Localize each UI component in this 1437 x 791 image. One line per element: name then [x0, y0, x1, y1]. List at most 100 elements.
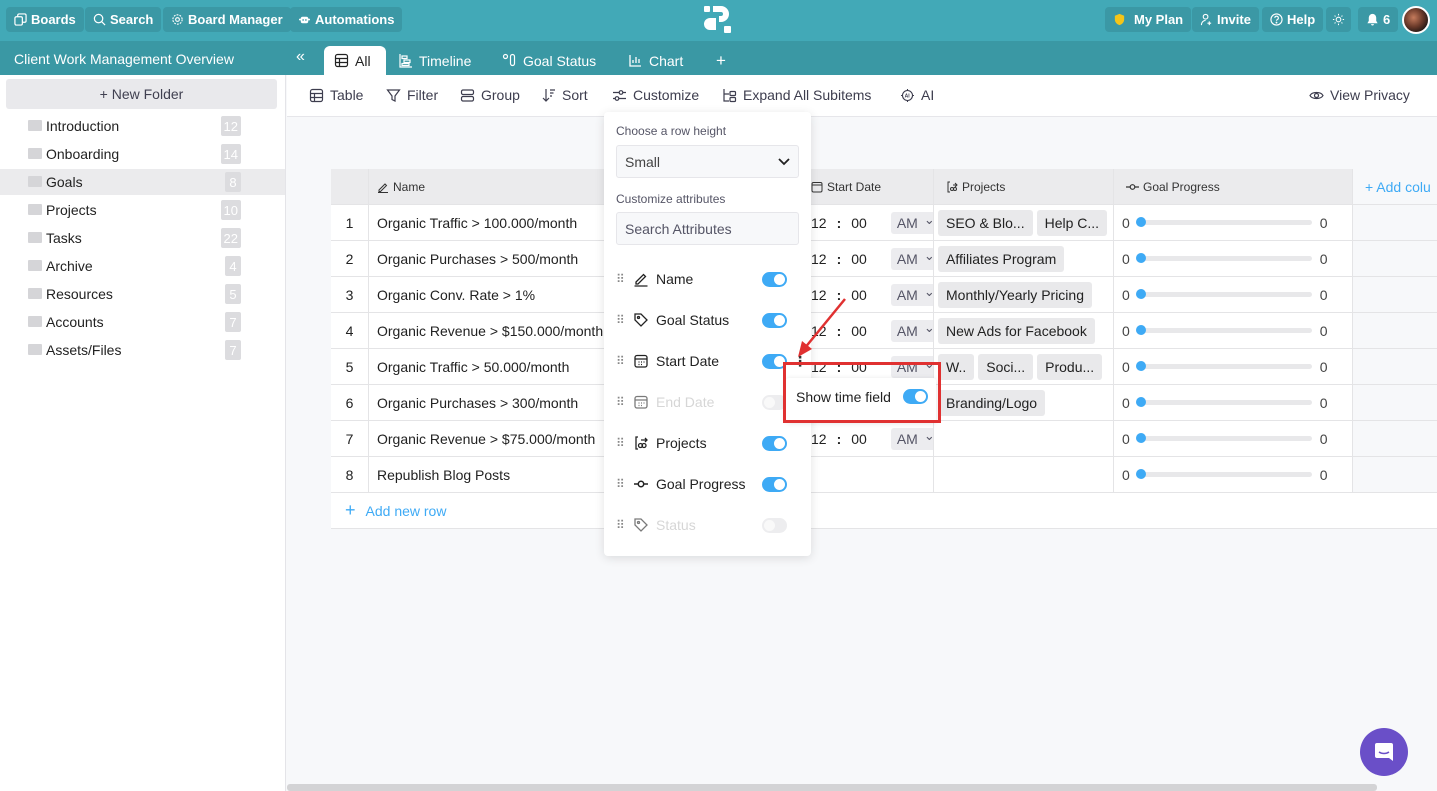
project-tag[interactable]: Soci...: [978, 353, 1034, 380]
row-projects[interactable]: Monthly/Yearly Pricing: [934, 277, 1114, 312]
column-header-start-date[interactable]: Start Date: [801, 169, 934, 204]
goal-progress-slider[interactable]: 00: [1122, 395, 1332, 411]
minute[interactable]: 00: [851, 359, 867, 375]
attribute-visibility-toggle[interactable]: [762, 271, 787, 287]
row-name[interactable]: Organic Traffic > 100.000/month: [369, 205, 609, 240]
project-tag[interactable]: Branding/Logo: [938, 389, 1046, 416]
column-header-goal-progress[interactable]: Goal Progress: [1114, 169, 1353, 204]
collapse-sidebar-icon[interactable]: «: [296, 48, 305, 66]
table-row[interactable]: 7 Organic Revenue > $75.000/month 12:00 A…: [331, 421, 1437, 457]
add-tab-button[interactable]: +: [706, 46, 736, 75]
search-button[interactable]: Search: [85, 7, 162, 32]
slider-thumb[interactable]: [1135, 253, 1146, 263]
slider-thumb[interactable]: [1135, 397, 1146, 407]
row-projects[interactable]: SEO & Blo... Help C...: [934, 205, 1114, 240]
row-goal-progress[interactable]: 00: [1114, 205, 1353, 240]
ampm-select[interactable]: AM ⌄: [890, 319, 933, 342]
hour[interactable]: 12: [811, 359, 827, 375]
more-options-icon[interactable]: ⋮: [793, 353, 807, 370]
project-tag[interactable]: Monthly/Yearly Pricing: [938, 281, 1092, 308]
ampm-select[interactable]: AM ⌄: [890, 427, 933, 450]
theme-toggle-button[interactable]: [1326, 7, 1351, 32]
row-start-date[interactable]: 12:00 AM ⌄: [801, 421, 934, 456]
tab-chart[interactable]: Chart: [618, 46, 693, 75]
minute[interactable]: 00: [851, 431, 867, 447]
table-row[interactable]: 3 Organic Conv. Rate > 1% 12:00 AM ⌄ Month…: [331, 277, 1437, 313]
ampm-select[interactable]: AM ⌄: [890, 247, 933, 270]
notifications-button[interactable]: 6: [1358, 7, 1399, 32]
goal-progress-slider[interactable]: 00: [1122, 359, 1332, 375]
boards-button[interactable]: Boards: [6, 7, 84, 32]
slider-thumb[interactable]: [1135, 469, 1146, 479]
slider-track[interactable]: [1135, 433, 1312, 443]
row-name[interactable]: Organic Revenue > $75.000/month: [369, 421, 609, 456]
show-time-field-toggle[interactable]: [903, 389, 928, 404]
slider-track[interactable]: [1135, 397, 1312, 407]
new-folder-button[interactable]: + New Folder: [6, 79, 277, 109]
table-row[interactable]: 2 Organic Purchases > 500/month 12:00 AM ⌄…: [331, 241, 1437, 277]
ampm-select[interactable]: AM ⌄: [890, 211, 933, 234]
tab-timeline[interactable]: Timeline: [388, 46, 481, 75]
sidebar-folder-accounts[interactable]: Accounts 7: [0, 309, 285, 335]
row-goal-progress[interactable]: 00: [1114, 349, 1353, 384]
add-new-row-button[interactable]: + Add new row: [331, 493, 1437, 529]
attribute-visibility-toggle[interactable]: [762, 435, 787, 451]
row-goal-progress[interactable]: 00: [1114, 457, 1353, 492]
row-goal-progress[interactable]: 00: [1114, 421, 1353, 456]
slider-thumb[interactable]: [1135, 289, 1146, 299]
sidebar-folder-introduction[interactable]: Introduction 12: [0, 113, 285, 139]
project-tag[interactable]: Affiliates Program: [938, 245, 1065, 272]
user-avatar[interactable]: [1402, 6, 1430, 34]
search-attributes-input[interactable]: [616, 212, 799, 245]
board-manager-button[interactable]: Board Manager: [163, 7, 291, 32]
row-start-date[interactable]: 12:00 AM ⌄: [801, 205, 934, 240]
row-name[interactable]: Organic Purchases > 500/month: [369, 241, 609, 276]
row-projects[interactable]: [934, 457, 1114, 492]
slider-thumb[interactable]: [1135, 325, 1146, 335]
sidebar-folder-goals[interactable]: Goals 8: [0, 169, 285, 195]
time-value[interactable]: 12:00: [811, 431, 867, 447]
support-chat-button[interactable]: [1360, 728, 1408, 776]
row-name[interactable]: Republish Blog Posts: [369, 457, 609, 492]
drag-handle-icon[interactable]: ⠿: [616, 313, 625, 327]
sidebar-folder-archive[interactable]: Archive 4: [0, 253, 285, 279]
drag-handle-icon[interactable]: ⠿: [616, 477, 625, 491]
row-height-select[interactable]: Small: [616, 145, 799, 178]
invite-button[interactable]: Invite: [1192, 7, 1259, 32]
group-button[interactable]: Group: [460, 87, 520, 103]
time-value[interactable]: 12:00: [811, 359, 867, 375]
row-projects[interactable]: [934, 421, 1114, 456]
slider-track[interactable]: [1135, 289, 1312, 299]
slider-track[interactable]: [1135, 217, 1312, 227]
row-start-date[interactable]: 12:00 AM ⌄: [801, 241, 934, 276]
my-plan-button[interactable]: My Plan: [1105, 7, 1192, 32]
row-projects[interactable]: New Ads for Facebook: [934, 313, 1114, 348]
ampm-select[interactable]: AM ⌄: [890, 283, 933, 306]
row-name[interactable]: Organic Purchases > 300/month: [369, 385, 609, 420]
project-tag[interactable]: Produ...: [1037, 353, 1103, 380]
row-name[interactable]: Organic Conv. Rate > 1%: [369, 277, 609, 312]
slider-track[interactable]: [1135, 325, 1312, 335]
hour[interactable]: 12: [811, 323, 827, 339]
goal-progress-slider[interactable]: 00: [1122, 251, 1332, 267]
project-tag[interactable]: W..: [938, 353, 975, 380]
hour[interactable]: 12: [811, 431, 827, 447]
goal-progress-slider[interactable]: 00: [1122, 215, 1332, 231]
time-value[interactable]: 12:00: [811, 251, 867, 267]
goal-progress-slider[interactable]: 00: [1122, 431, 1332, 447]
help-button[interactable]: Help: [1262, 7, 1324, 32]
minute[interactable]: 00: [851, 251, 867, 267]
goal-progress-slider[interactable]: 00: [1122, 323, 1332, 339]
sidebar-folder-projects[interactable]: Projects 10: [0, 197, 285, 223]
slider-thumb[interactable]: [1135, 217, 1146, 227]
attribute-visibility-toggle[interactable]: [762, 476, 787, 492]
app-logo[interactable]: [704, 6, 732, 34]
hour[interactable]: 12: [811, 287, 827, 303]
row-projects[interactable]: W.. Soci... Produ...: [934, 349, 1114, 384]
row-name[interactable]: Organic Traffic > 50.000/month: [369, 349, 609, 384]
drag-handle-icon[interactable]: ⠿: [616, 272, 625, 286]
time-value[interactable]: 12:00: [811, 215, 867, 231]
table-row[interactable]: 1 Organic Traffic > 100.000/month 12:00 A…: [331, 205, 1437, 241]
drag-handle-icon[interactable]: ⠿: [616, 518, 625, 532]
row-projects[interactable]: Branding/Logo: [934, 385, 1114, 420]
